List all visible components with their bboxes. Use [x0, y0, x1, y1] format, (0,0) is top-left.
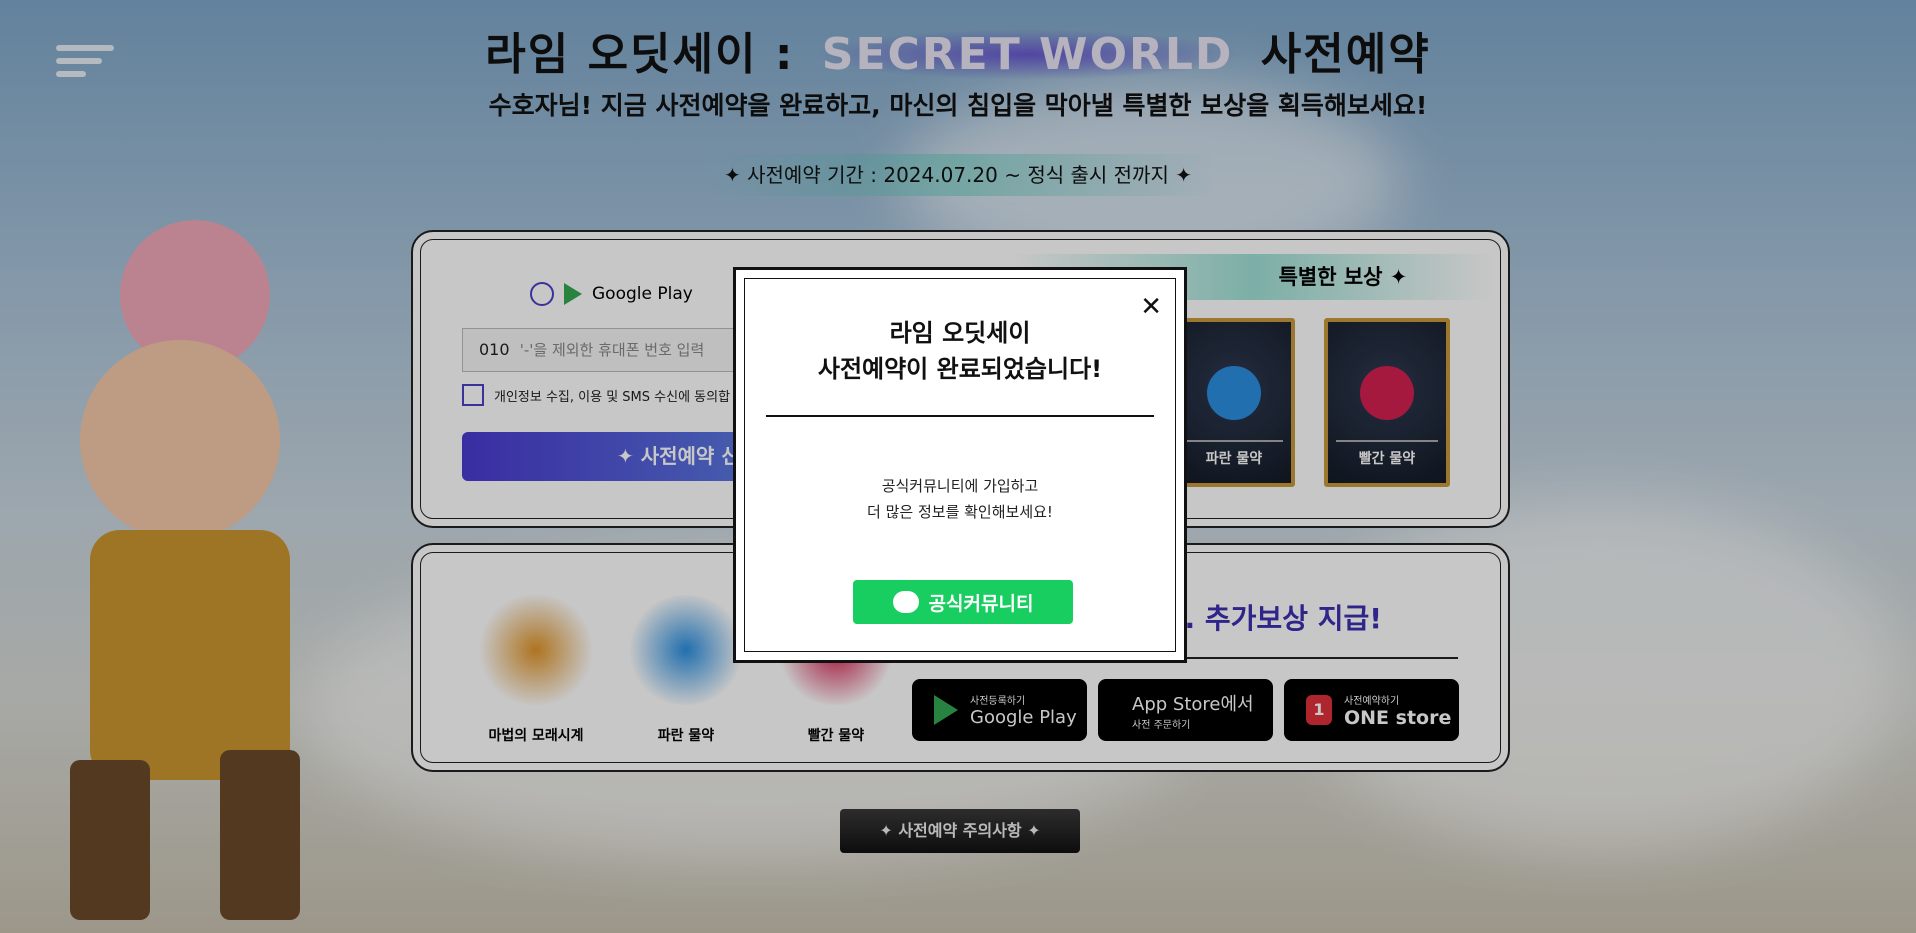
modal-title-line1: 라임 오딧세이: [889, 319, 1031, 347]
community-button[interactable]: 공식커뮤니티: [853, 580, 1073, 624]
modal-body-line2: 더 많은 정보를 확인해보세요!: [867, 503, 1053, 521]
modal-body-line1: 공식커뮤니티에 가입하고: [881, 477, 1039, 495]
modal-divider: [766, 415, 1154, 417]
game-chat-icon: [892, 591, 919, 613]
completion-modal: ✕ 라임 오딧세이 사전예약이 완료되었습니다! 공식커뮤니티에 가입하고 더 …: [733, 267, 1187, 663]
modal-title-line2: 사전예약이 완료되었습니다!: [817, 355, 1103, 383]
